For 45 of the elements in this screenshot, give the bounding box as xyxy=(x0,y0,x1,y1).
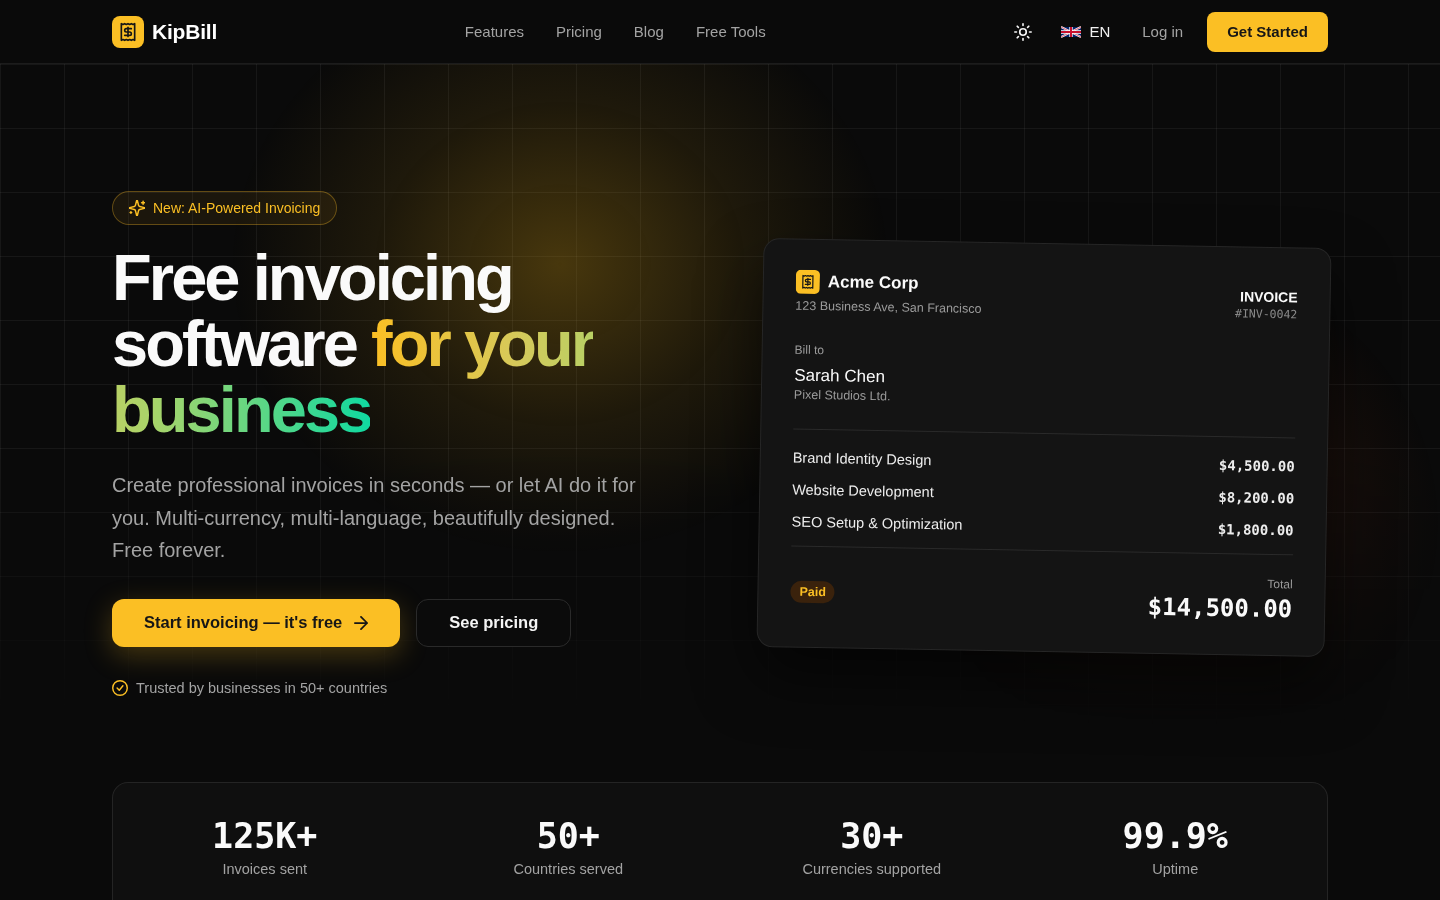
stat-label: Countries served xyxy=(513,860,624,879)
line-item-amount: $8,200.00 xyxy=(1218,488,1295,507)
stat-value: 50+ xyxy=(536,815,600,858)
invoice-title: INVOICE xyxy=(1239,288,1298,306)
paid-status-pill: Paid xyxy=(790,580,836,604)
invoice-number: #INV-0042 xyxy=(1234,306,1298,322)
get-started-button[interactable]: Get Started xyxy=(1207,11,1328,52)
sun-icon xyxy=(1014,22,1033,41)
check-circle-icon xyxy=(112,679,128,696)
nav-link[interactable]: Pricing xyxy=(556,23,602,40)
stat-value: 125K+ xyxy=(212,815,318,858)
receipt-icon xyxy=(112,15,144,48)
client-name: Sarah Chen xyxy=(794,365,886,387)
company-address: 123 Business Ave, San Francisco xyxy=(795,298,982,316)
line-item-amount: $1,800.00 xyxy=(1217,520,1294,539)
trust-note: Trusted by businesses in 50+ countries xyxy=(136,679,388,696)
line-item-description: SEO Setup & Optimization xyxy=(791,513,963,533)
line-item-amount: $4,500.00 xyxy=(1218,456,1295,475)
stat-value: 30+ xyxy=(840,815,904,858)
start-invoicing-button[interactable]: Start invoicing — it's free xyxy=(112,598,401,647)
stat-label: Invoices sent xyxy=(222,860,308,879)
sparkles-icon xyxy=(129,200,145,216)
nav-link[interactable]: Free Tools xyxy=(695,23,766,40)
client-company: Pixel Studios Ltd. xyxy=(793,387,891,405)
arrow-right-icon xyxy=(354,615,369,630)
hero-subtitle: Create professional invoices in seconds — or let AI do it for you. Multi-currency, multi-language, beautifully designed. Free forever. xyxy=(112,473,637,563)
line-item-description: Brand Identity Design xyxy=(792,449,932,468)
stat-label: Uptime xyxy=(1152,860,1199,879)
total-label: Total xyxy=(1267,576,1293,592)
stat-value: 99.9% xyxy=(1122,815,1228,858)
company-name: Acme Corp xyxy=(827,271,919,294)
total-amount: $14,500.00 xyxy=(1147,592,1293,624)
nav-link[interactable]: Blog xyxy=(633,23,664,40)
announcement-text: New: AI-Powered Invoicing xyxy=(153,200,321,216)
login-link[interactable]: Log in xyxy=(1142,23,1184,40)
see-pricing-button[interactable]: See pricing xyxy=(416,598,572,647)
language-selector[interactable]: EN xyxy=(1061,23,1111,40)
receipt-icon xyxy=(795,269,821,294)
bill-to-label: Bill to xyxy=(794,342,825,358)
nav-link[interactable]: Features xyxy=(464,23,524,40)
flag-icon xyxy=(1061,24,1082,39)
theme-toggle-button[interactable] xyxy=(1013,21,1034,42)
brand-name[interactable]: KipBill xyxy=(152,19,218,44)
line-item-description: Website Development xyxy=(792,481,934,500)
stat-label: Currencies supported xyxy=(802,860,942,879)
